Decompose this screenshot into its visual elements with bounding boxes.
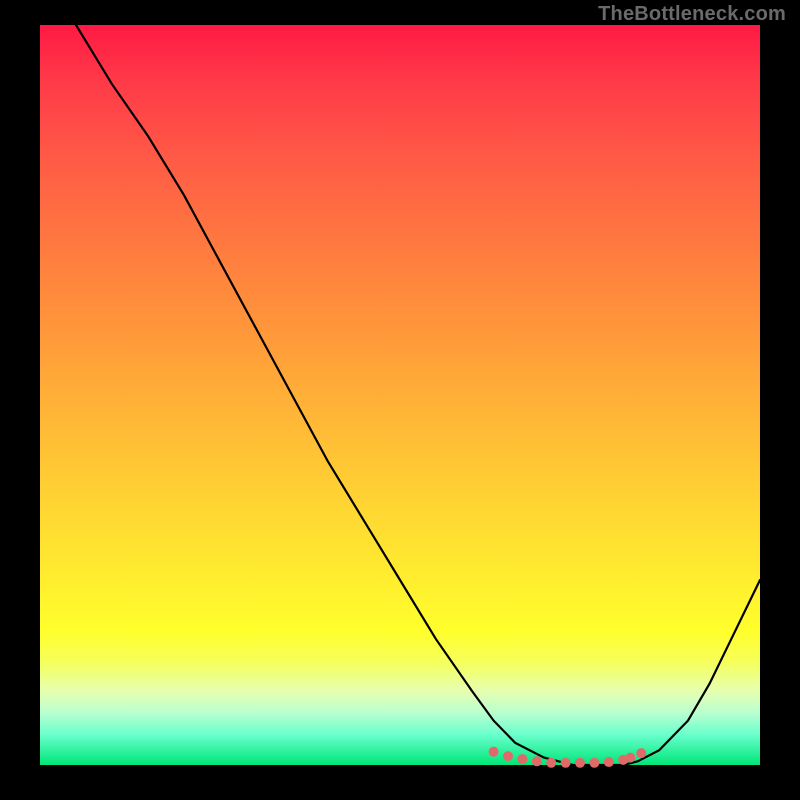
- valley-marker: [589, 758, 599, 768]
- curve-line: [76, 25, 760, 765]
- valley-marker: [532, 756, 542, 766]
- valley-marker: [503, 751, 513, 761]
- valley-marker: [575, 758, 585, 768]
- chart-frame: TheBottleneck.com: [0, 0, 800, 800]
- valley-marker: [517, 754, 527, 764]
- watermark-text: TheBottleneck.com: [598, 3, 786, 26]
- plot-area: [40, 25, 760, 765]
- valley-marker: [636, 748, 646, 758]
- valley-marker: [625, 753, 635, 763]
- valley-marker: [546, 758, 556, 768]
- valley-marker: [604, 757, 614, 767]
- valley-markers: [489, 747, 647, 768]
- valley-marker: [489, 747, 499, 757]
- chart-svg: [40, 25, 760, 765]
- valley-marker: [561, 758, 571, 768]
